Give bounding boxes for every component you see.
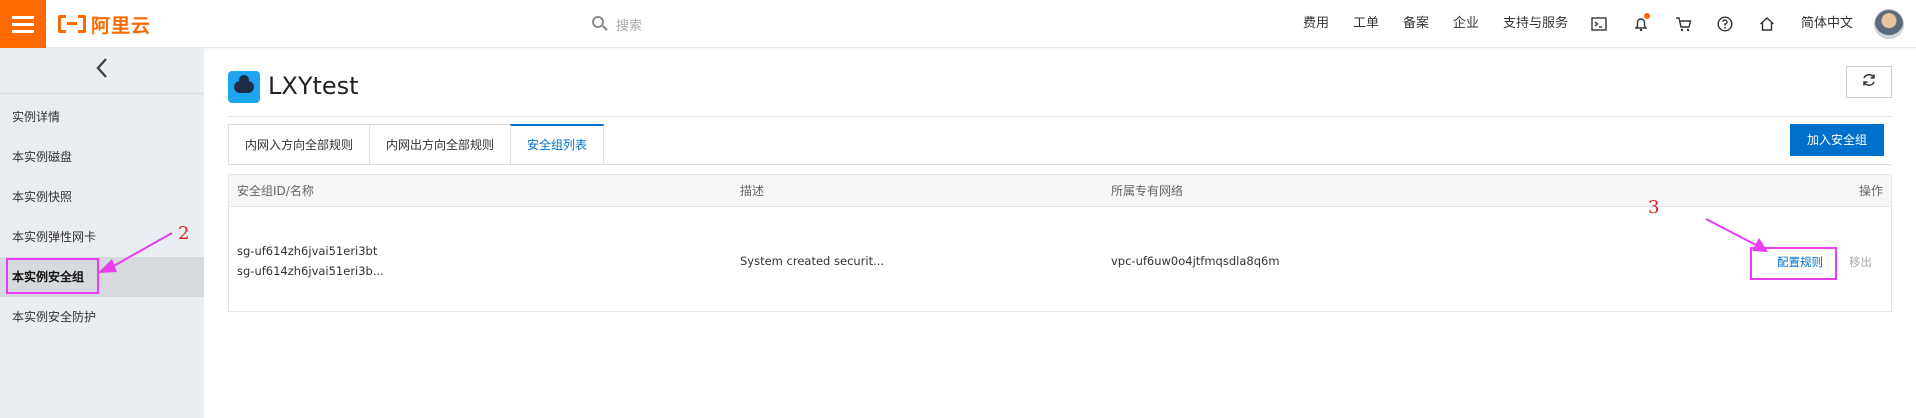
remove-link[interactable]: 移出	[1849, 254, 1872, 270]
search-input[interactable]: 搜索	[616, 15, 642, 34]
search-icon	[592, 16, 608, 32]
chevron-left-icon	[95, 57, 109, 85]
annotation-number-3: 3	[1648, 197, 1660, 218]
security-group-id: sg-uf614zh6jvai51eri3bt	[237, 244, 378, 258]
refresh-button[interactable]	[1846, 66, 1892, 98]
ecs-instance-icon	[228, 71, 260, 103]
logo-text: 阿里云	[91, 14, 152, 37]
table-header: 安全组ID/名称 描述 所属专有网络 操作	[229, 175, 1891, 207]
nav-billing[interactable]: 费用	[1303, 12, 1329, 36]
add-security-group-button[interactable]: 加入安全组	[1790, 124, 1884, 156]
help-icon[interactable]	[1714, 13, 1736, 35]
highlight-box-step2	[6, 258, 99, 294]
nav-icp[interactable]: 备案	[1403, 12, 1429, 36]
annotation-number-2: 2	[178, 223, 190, 244]
terminal-icon[interactable]	[1588, 13, 1610, 35]
home-icon[interactable]	[1756, 13, 1778, 35]
highlight-box-step3	[1750, 247, 1837, 280]
security-group-description: System created securit...	[740, 254, 885, 268]
sidebar-item-security-protection[interactable]: 本实例安全防护	[0, 297, 204, 337]
sidebar-item-snapshots[interactable]: 本实例快照	[0, 177, 204, 217]
notification-dot	[1644, 13, 1650, 19]
sidebar-item-eni[interactable]: 本实例弹性网卡	[0, 217, 204, 257]
column-header-description: 描述	[740, 184, 765, 198]
collapse-back-button[interactable]	[0, 48, 204, 94]
sidebar-item-disks[interactable]: 本实例磁盘	[0, 137, 204, 177]
language-switch[interactable]: 简体中文	[1801, 12, 1853, 36]
nav-support[interactable]: 支持与服务	[1503, 12, 1568, 36]
tab-outbound-rules[interactable]: 内网出方向全部规则	[369, 124, 511, 165]
tab-bar: 内网入方向全部规则 内网出方向全部规则 安全组列表	[228, 124, 605, 165]
search-box[interactable]: 搜索	[592, 12, 892, 36]
tab-security-group-list[interactable]: 安全组列表	[510, 124, 605, 165]
divider	[228, 116, 1892, 117]
top-bar: 阿里云 搜索 费用 工单 备案 企业 支持与服务 简体中文	[0, 0, 1916, 48]
column-header-vpc: 所属专有网络	[1111, 184, 1184, 198]
aliyun-logo-icon	[58, 15, 86, 33]
hamburger-menu-icon[interactable]	[0, 0, 46, 48]
tab-inbound-rules[interactable]: 内网入方向全部规则	[228, 124, 370, 165]
cart-icon[interactable]	[1672, 13, 1694, 35]
column-header-id-name: 安全组ID/名称	[237, 184, 314, 198]
security-group-name: sg-uf614zh6jvai51eri3b...	[237, 264, 384, 278]
page-title: LXYtest	[268, 72, 359, 100]
security-group-table: 安全组ID/名称 描述 所属专有网络 操作 sg-uf614zh6jvai51e…	[228, 174, 1892, 312]
sidebar: 实例详情 本实例磁盘 本实例快照 本实例弹性网卡 本实例安全组 本实例安全防护	[0, 48, 204, 418]
aliyun-logo[interactable]: 阿里云	[58, 12, 152, 37]
bell-icon[interactable]	[1630, 13, 1652, 35]
security-group-vpc: vpc-uf6uw0o4jtfmqsdla8q6m	[1111, 254, 1280, 268]
refresh-icon	[1861, 72, 1877, 92]
column-header-actions: 操作	[1858, 184, 1883, 198]
tabs-divider	[228, 164, 1892, 165]
sidebar-item-instance-details[interactable]: 实例详情	[0, 97, 204, 137]
nav-tickets[interactable]: 工单	[1353, 12, 1379, 36]
nav-enterprise[interactable]: 企业	[1453, 12, 1479, 36]
avatar[interactable]	[1874, 9, 1904, 39]
